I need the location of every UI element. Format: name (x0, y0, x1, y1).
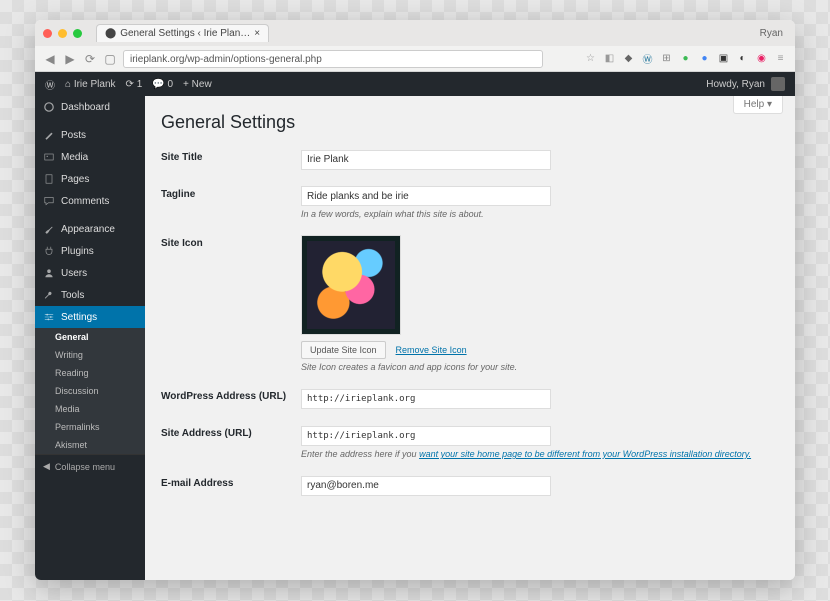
extension-icons: ☆ ◧ ◆ Ⓦ ⊞ ● ● ▣ ◐ ◉ ≡ (584, 52, 787, 65)
sidebar-item-comments[interactable]: Comments (35, 190, 145, 212)
nav-forward-icon[interactable]: ▶ (63, 52, 77, 66)
ext-icon[interactable]: ▣ (717, 52, 730, 65)
ext-icon[interactable]: ◆ (622, 52, 635, 65)
desc-site-icon: Site Icon creates a favicon and app icon… (301, 362, 779, 372)
ext-icon[interactable]: ● (679, 52, 692, 65)
help-button[interactable]: Help ▾ (733, 96, 783, 114)
ext-icon[interactable]: ◧ (603, 52, 616, 65)
site-url-help-link[interactable]: want your site home page to be different… (419, 449, 751, 459)
nav-reload-icon[interactable]: ⟳ (83, 52, 97, 66)
star-icon[interactable]: ☆ (584, 52, 597, 65)
wordpress-icon[interactable]: Ⓦ (641, 52, 654, 65)
page-info-icon[interactable]: ▢ (103, 52, 117, 66)
menu-icon[interactable]: ≡ (774, 52, 787, 65)
home-icon: ⌂ (65, 79, 71, 90)
pin-icon (43, 129, 55, 141)
input-tagline[interactable] (301, 186, 551, 206)
page-title: General Settings (161, 112, 779, 133)
update-site-icon-button[interactable]: Update Site Icon (301, 341, 386, 359)
submenu-reading[interactable]: Reading (35, 364, 145, 382)
url-input[interactable]: irieplank.org/wp-admin/options-general.p… (123, 50, 543, 68)
browser-urlbar: ◀ ▶ ⟳ ▢ irieplank.org/wp-admin/options-g… (35, 46, 795, 72)
collapse-icon: ◀ (43, 461, 50, 472)
label-site-icon: Site Icon (161, 235, 301, 372)
sliders-icon (43, 311, 55, 323)
row-site-url: Site Address (URL) Enter the address her… (161, 425, 779, 459)
adminbar-site: ⌂ Irie Plank (65, 79, 116, 90)
adminbar-new[interactable]: + New (183, 79, 212, 90)
page-icon (43, 173, 55, 185)
close-dot[interactable] (43, 29, 52, 38)
plug-icon (43, 245, 55, 257)
wordpress-icon[interactable]: Ⓦ (45, 77, 55, 92)
comment-icon (43, 195, 55, 207)
row-email: E-mail Address (161, 475, 779, 496)
nav-back-icon[interactable]: ◀ (43, 52, 57, 66)
row-tagline: Tagline In a few words, explain what thi… (161, 186, 779, 220)
sidebar-item-media[interactable]: Media (35, 146, 145, 168)
brush-icon (43, 223, 55, 235)
submenu-general[interactable]: General (35, 328, 145, 346)
sidebar-item-dashboard[interactable]: Dashboard (35, 96, 145, 118)
user-icon (43, 267, 55, 279)
adminbar-updates[interactable]: ⟳ 1 (126, 79, 143, 90)
label-wp-url: WordPress Address (URL) (161, 388, 301, 409)
tab-close-icon[interactable]: × (254, 28, 260, 39)
ext-icon[interactable]: ◉ (755, 52, 768, 65)
ext-icon[interactable]: ⊞ (660, 52, 673, 65)
wp-admin: Ⓦ ⌂ Irie Plank ⟳ 1 💬 0 + New Howdy, Ryan… (35, 72, 795, 580)
collapse-menu[interactable]: ◀Collapse menu (35, 454, 145, 478)
site-icon-preview (301, 235, 401, 335)
label-site-url: Site Address (URL) (161, 425, 301, 459)
browser-titlebar: ⬤ General Settings ‹ Irie Plan… × Ryan (35, 20, 795, 46)
label-site-title: Site Title (161, 149, 301, 170)
content-area: Help ▾ General Settings Site Title Tagli… (145, 96, 795, 580)
ext-icon[interactable]: ◐ (736, 52, 749, 65)
browser-tab[interactable]: ⬤ General Settings ‹ Irie Plan… × (96, 24, 269, 42)
sidebar-item-posts[interactable]: Posts (35, 124, 145, 146)
submenu-writing[interactable]: Writing (35, 346, 145, 364)
browser-profile[interactable]: Ryan (760, 28, 783, 39)
maximize-dot[interactable] (73, 29, 82, 38)
browser-window: ⬤ General Settings ‹ Irie Plan… × Ryan ◀… (35, 20, 795, 580)
input-site-title[interactable] (301, 150, 551, 170)
sidebar-item-appearance[interactable]: Appearance (35, 218, 145, 240)
avatar[interactable] (771, 77, 785, 91)
desc-tagline: In a few words, explain what this site i… (301, 209, 779, 219)
row-site-icon: Site Icon Update Site Icon Remove Site I… (161, 235, 779, 372)
tab-title: General Settings ‹ Irie Plan… (120, 28, 250, 39)
input-site-url[interactable] (301, 426, 551, 446)
desc-site-url: Enter the address here if you want your … (301, 449, 779, 459)
sidebar-item-users[interactable]: Users (35, 262, 145, 284)
site-icon-art (307, 241, 395, 329)
tab-favicon: ⬤ (105, 28, 116, 39)
submenu-akismet[interactable]: Akismet (35, 436, 145, 454)
submenu-media[interactable]: Media (35, 400, 145, 418)
dashboard-icon (43, 101, 55, 113)
settings-submenu: General Writing Reading Discussion Media… (35, 328, 145, 454)
media-icon (43, 151, 55, 163)
row-site-title: Site Title (161, 149, 779, 170)
input-email[interactable] (301, 476, 551, 496)
adminbar: Ⓦ ⌂ Irie Plank ⟳ 1 💬 0 + New Howdy, Ryan (35, 72, 795, 96)
submenu-discussion[interactable]: Discussion (35, 382, 145, 400)
wrench-icon (43, 289, 55, 301)
adminbar-comments[interactable]: 💬 0 (152, 79, 173, 90)
row-wp-url: WordPress Address (URL) (161, 388, 779, 409)
remove-site-icon-link[interactable]: Remove Site Icon (396, 345, 467, 355)
sidebar-item-settings[interactable]: Settings (35, 306, 145, 328)
ext-icon[interactable]: ● (698, 52, 711, 65)
admin-sidebar: Dashboard Posts Media Pages Comments App… (35, 96, 145, 580)
input-wp-url[interactable] (301, 389, 551, 409)
sidebar-item-plugins[interactable]: Plugins (35, 240, 145, 262)
label-tagline: Tagline (161, 186, 301, 220)
submenu-permalinks[interactable]: Permalinks (35, 418, 145, 436)
adminbar-howdy[interactable]: Howdy, Ryan (706, 79, 765, 90)
sidebar-item-pages[interactable]: Pages (35, 168, 145, 190)
wp-body: Dashboard Posts Media Pages Comments App… (35, 96, 795, 580)
label-email: E-mail Address (161, 475, 301, 496)
minimize-dot[interactable] (58, 29, 67, 38)
sidebar-item-tools[interactable]: Tools (35, 284, 145, 306)
